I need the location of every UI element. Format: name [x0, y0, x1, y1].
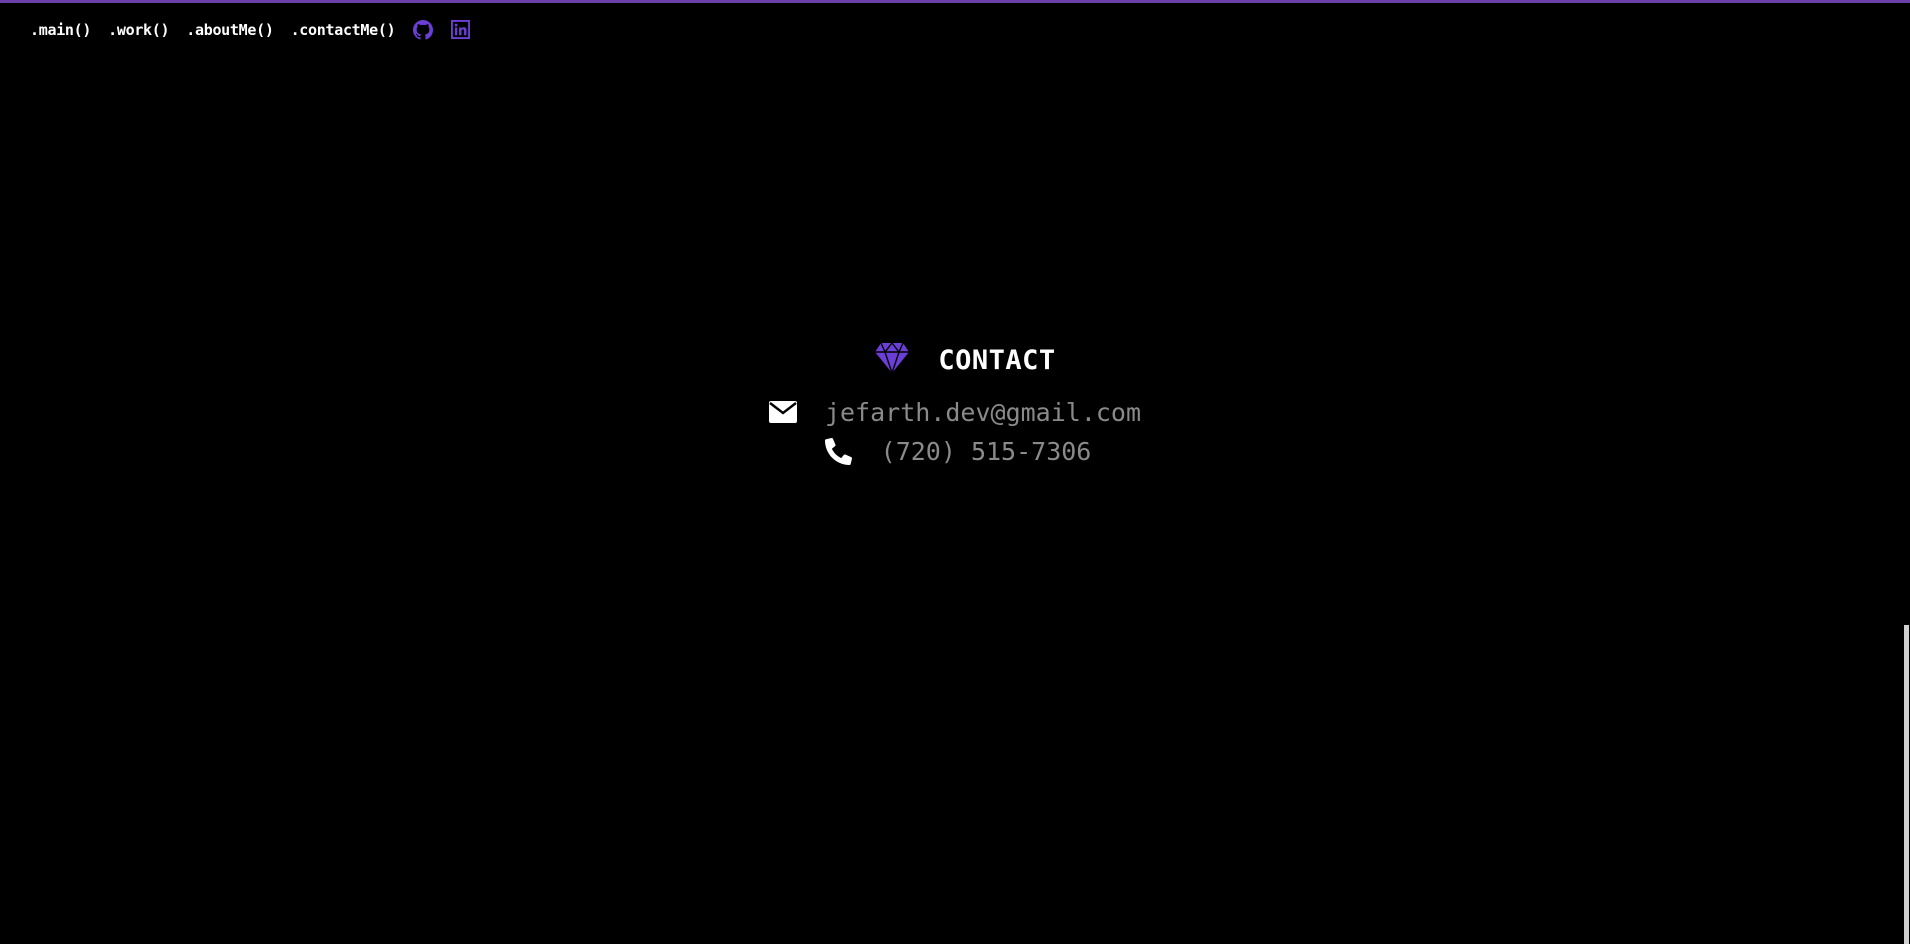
contact-header: CONTACT [20, 340, 1910, 380]
contact-title: CONTACT [938, 344, 1056, 376]
nav-link-work[interactable]: .work() [108, 21, 169, 39]
phone-icon [825, 437, 853, 465]
linkedin-icon[interactable] [450, 19, 471, 40]
contact-section: CONTACT jefarth.dev@gmail.com (720) 515-… [0, 340, 1910, 469]
email-link[interactable]: jefarth.dev@gmail.com [825, 398, 1141, 427]
diamond-icon [874, 341, 910, 378]
scrollbar[interactable] [1902, 3, 1910, 944]
nav-link-main[interactable]: .main() [30, 21, 91, 39]
page: .main() .work() .aboutMe() .contactMe() [0, 0, 1910, 944]
email-row: jefarth.dev@gmail.com [0, 394, 1910, 430]
scrollbar-thumb[interactable] [1904, 625, 1909, 944]
phone-link[interactable]: (720) 515-7306 [881, 437, 1092, 466]
github-icon[interactable] [412, 19, 433, 40]
phone-row: (720) 515-7306 [6, 433, 1910, 469]
top-nav: .main() .work() .aboutMe() .contactMe() [30, 19, 471, 40]
nav-link-about-me[interactable]: .aboutMe() [186, 21, 274, 39]
envelope-icon [768, 398, 797, 426]
nav-link-contact-me[interactable]: .contactMe() [291, 21, 396, 39]
